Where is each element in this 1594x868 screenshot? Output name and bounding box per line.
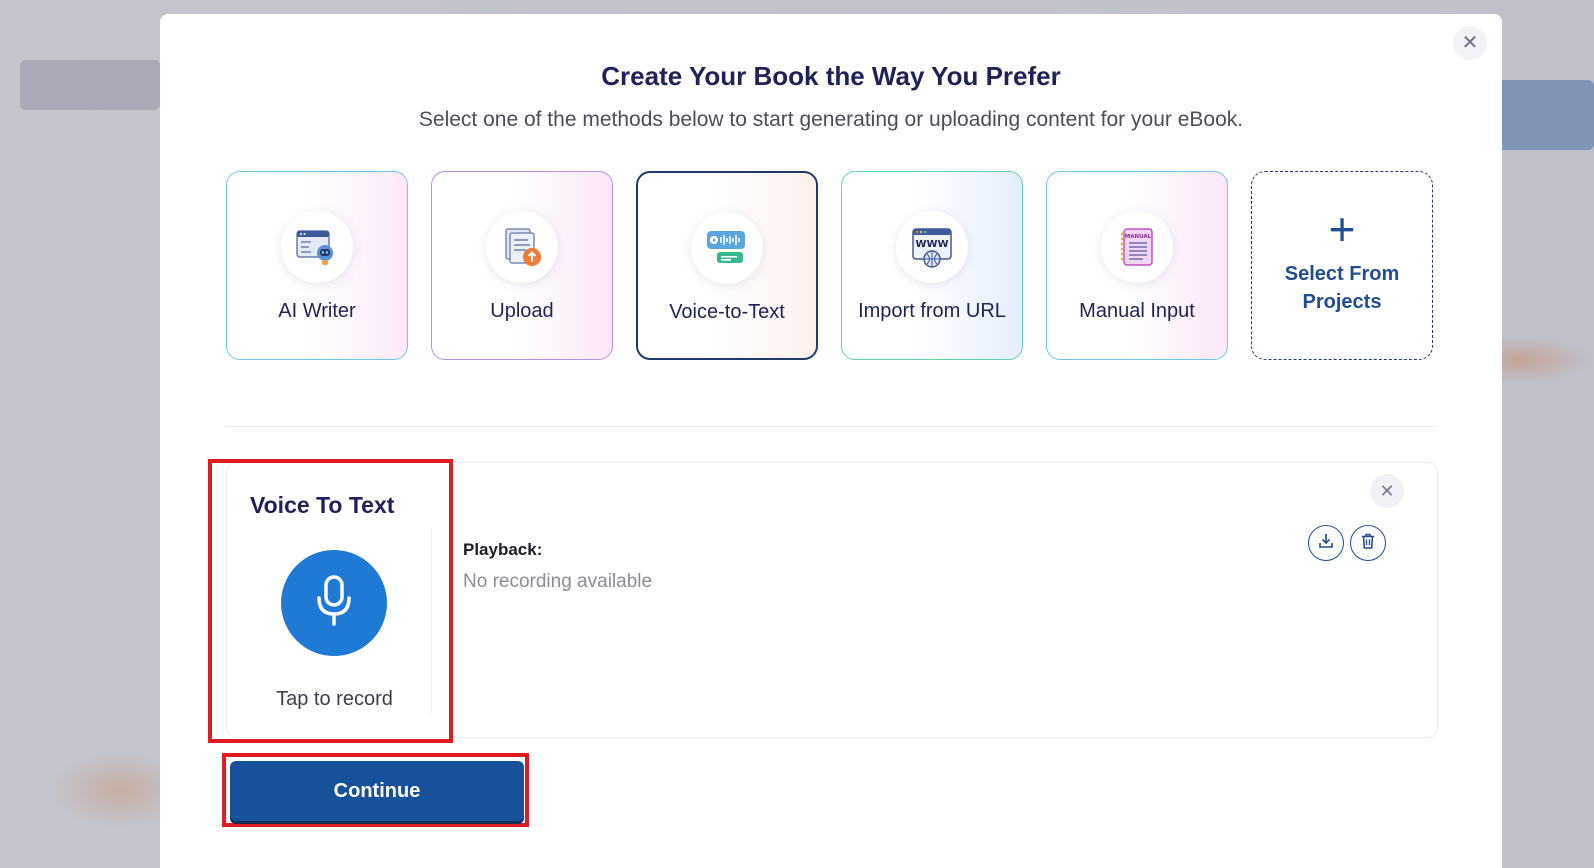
create-book-modal: ✕ Create Your Book the Way You Prefer Se… bbox=[160, 14, 1502, 868]
method-label: Import from URL bbox=[858, 300, 1006, 322]
close-icon[interactable]: ✕ bbox=[1370, 474, 1404, 508]
voice-chat-icon bbox=[691, 212, 763, 284]
modal-title: Create Your Book the Way You Prefer bbox=[601, 61, 1061, 91]
tap-to-record-label: Tap to record bbox=[276, 688, 393, 710]
voice-to-text-box: Voice To Text Tap to record bbox=[208, 459, 453, 743]
continue-button[interactable]: Continue bbox=[230, 761, 524, 821]
manual-notebook-icon: MANUAL bbox=[1101, 211, 1173, 283]
voice-separator bbox=[431, 528, 432, 714]
modal-subtitle: Select one of the methods below to start… bbox=[418, 108, 1244, 131]
continue-highlight: Continue bbox=[222, 753, 529, 827]
method-label: Select From Projects bbox=[1284, 263, 1400, 313]
method-label: Voice-to-Text bbox=[669, 301, 785, 323]
playback-status: No recording available bbox=[463, 571, 653, 592]
method-cards: AI Writer Upload Voice-to-Text WWW Impor… bbox=[226, 171, 1433, 360]
upload-document-icon bbox=[486, 211, 558, 283]
method-card-select-projects[interactable]: + Select From Projects bbox=[1251, 171, 1433, 360]
method-card-manual-input[interactable]: MANUAL Manual Input bbox=[1046, 171, 1228, 360]
www-globe-icon: WWW bbox=[896, 211, 968, 283]
method-card-import-url[interactable]: WWW Import from URL bbox=[841, 171, 1023, 360]
backdrop-shape bbox=[20, 60, 160, 110]
method-card-voice-to-text[interactable]: Voice-to-Text bbox=[636, 171, 818, 360]
download-button[interactable] bbox=[1308, 525, 1344, 561]
microphone-icon bbox=[314, 574, 354, 633]
method-label: AI Writer bbox=[278, 300, 356, 322]
trash-icon bbox=[1359, 532, 1377, 555]
method-label: Manual Input bbox=[1079, 300, 1195, 322]
method-card-ai-writer[interactable]: AI Writer bbox=[226, 171, 408, 360]
playback-label: Playback: bbox=[463, 540, 543, 559]
www-text: WWW bbox=[915, 239, 948, 250]
method-label: Upload bbox=[490, 300, 554, 322]
delete-button[interactable] bbox=[1350, 525, 1386, 561]
manual-text: MANUAL bbox=[1125, 234, 1152, 240]
ai-robot-icon bbox=[281, 211, 353, 283]
method-card-upload[interactable]: Upload bbox=[431, 171, 613, 360]
voice-title: Voice To Text bbox=[250, 492, 395, 518]
plus-icon: + bbox=[1328, 203, 1356, 255]
section-divider bbox=[225, 426, 1437, 427]
close-icon[interactable]: ✕ bbox=[1453, 26, 1487, 60]
download-icon bbox=[1317, 532, 1335, 555]
record-button[interactable] bbox=[281, 550, 387, 656]
